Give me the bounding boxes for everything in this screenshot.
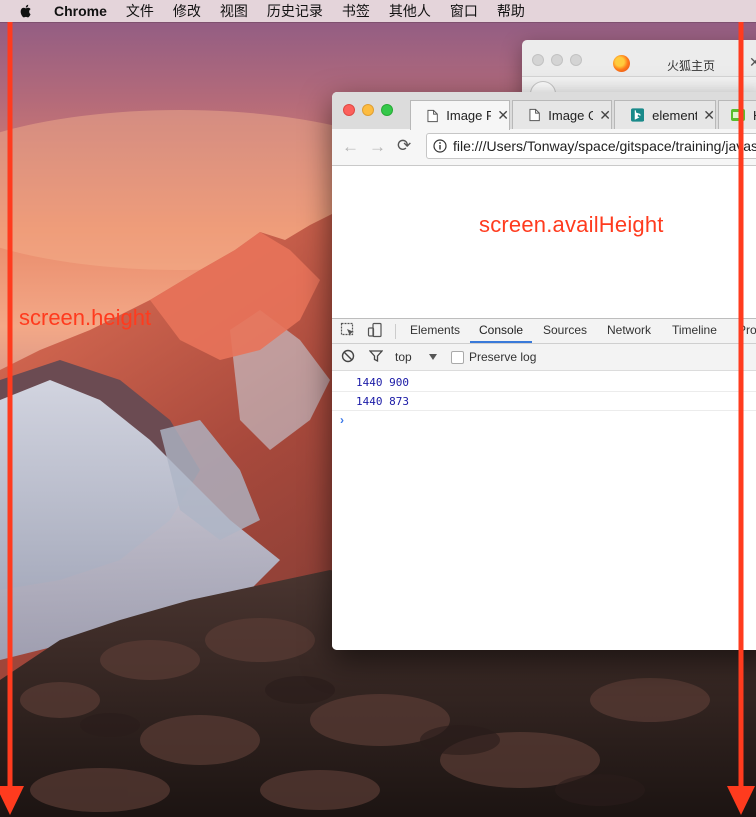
context-select[interactable]: top <box>395 350 412 364</box>
tab-network[interactable]: Network <box>607 323 651 337</box>
back-button[interactable]: ← <box>342 137 359 157</box>
bing-icon <box>631 108 645 122</box>
active-tab-indicator <box>470 341 532 343</box>
inspect-element-icon[interactable] <box>340 322 356 338</box>
preserve-log-label: Preserve log <box>469 350 537 364</box>
address-bar[interactable]: file:///Users/Tonway/space/gitspace/trai… <box>426 133 756 159</box>
minimize-window-button[interactable] <box>362 104 374 116</box>
context-dropdown-icon[interactable] <box>428 353 438 361</box>
tab-element[interactable]: element ✕ <box>614 100 716 129</box>
menu-people[interactable]: 其他人 <box>389 1 431 21</box>
tab-profiles[interactable]: Pro <box>738 323 756 337</box>
tab-image-p[interactable]: Image P ✕ <box>410 100 510 130</box>
chrome-window-controls <box>343 104 393 116</box>
chrome-window[interactable]: Image P ✕ Image G ✕ element ✕ HT <box>332 92 756 650</box>
console-row-divider <box>332 391 756 392</box>
menu-window[interactable]: 窗口 <box>450 1 478 21</box>
filter-icon[interactable] <box>369 349 383 363</box>
reload-button[interactable]: ⟳ <box>397 136 411 156</box>
menu-file[interactable]: 文件 <box>126 1 154 21</box>
menu-edit[interactable]: 修改 <box>173 1 201 21</box>
close-window-button[interactable] <box>343 104 355 116</box>
firefox-window-controls <box>532 54 582 66</box>
menu-history[interactable]: 历史记录 <box>267 1 323 21</box>
tab-close-icon[interactable]: ✕ <box>703 107 715 124</box>
chrome-tabstrip: Image P ✕ Image G ✕ element ✕ HT <box>332 92 756 130</box>
chrome-toolbar: ← → ⟳ file:///Users/Tonway/space/gitspac… <box>332 129 756 166</box>
clear-console-icon[interactable] <box>341 349 355 363</box>
green-favicon-icon <box>731 109 745 121</box>
firefox-logo-icon <box>613 55 630 72</box>
tab-ht[interactable]: HT <box>718 100 756 129</box>
tab-elements[interactable]: Elements <box>410 323 460 337</box>
firefox-tabbar: 火狐主页 ✕ <box>522 40 756 76</box>
firefox-tab-close-icon[interactable]: ✕ <box>749 54 756 71</box>
menu-help[interactable]: 帮助 <box>497 1 525 21</box>
screen-height-label: screen.height <box>19 305 152 330</box>
tab-console[interactable]: Console <box>479 323 523 337</box>
menu-app-name[interactable]: Chrome <box>54 3 107 19</box>
tab-close-icon[interactable]: ✕ <box>599 107 611 124</box>
tab-title: Image G <box>548 107 594 123</box>
tab-timeline[interactable]: Timeline <box>672 323 717 337</box>
firefox-zoom-light[interactable] <box>570 54 582 66</box>
tab-title: element <box>652 107 698 123</box>
firefox-tab-title[interactable]: 火狐主页 <box>667 57 715 74</box>
tab-close-icon[interactable]: ✕ <box>497 107 509 124</box>
apple-logo-icon[interactable] <box>18 3 34 19</box>
firefox-minimize-light[interactable] <box>551 54 563 66</box>
document-icon <box>529 108 540 122</box>
tab-title: Image P <box>446 108 492 123</box>
page-viewport: screen.availHeight <box>332 166 756 318</box>
tab-sources[interactable]: Sources <box>543 323 587 337</box>
device-toolbar-icon[interactable] <box>367 322 383 338</box>
document-icon <box>427 109 438 122</box>
info-icon[interactable] <box>433 139 447 153</box>
console-row-divider <box>332 410 756 411</box>
forward-button[interactable]: → <box>369 137 386 157</box>
zoom-window-button[interactable] <box>381 104 393 116</box>
menu-bookmarks[interactable]: 书签 <box>342 1 370 21</box>
console-output-line: 1440 900 <box>356 376 409 389</box>
page-heading: screen.availHeight <box>479 212 664 237</box>
console-output-line: 1440 873 <box>356 395 409 408</box>
devtools-tabbar: Elements Console Sources Network Timelin… <box>332 319 756 344</box>
preserve-log-checkbox[interactable] <box>451 351 464 364</box>
console-prompt[interactable]: › <box>340 413 344 427</box>
url-text: file:///Users/Tonway/space/gitspace/trai… <box>453 138 756 154</box>
devtools-separator <box>395 324 396 339</box>
devtools-panel: Elements Console Sources Network Timelin… <box>332 318 756 650</box>
firefox-close-light[interactable] <box>532 54 544 66</box>
tab-image-g[interactable]: Image G ✕ <box>512 100 612 129</box>
menu-view[interactable]: 视图 <box>220 1 248 21</box>
console-toolbar: top Preserve log <box>332 344 756 371</box>
macos-menubar: Chrome 文件 修改 视图 历史记录 书签 其他人 窗口 帮助 <box>0 0 756 22</box>
